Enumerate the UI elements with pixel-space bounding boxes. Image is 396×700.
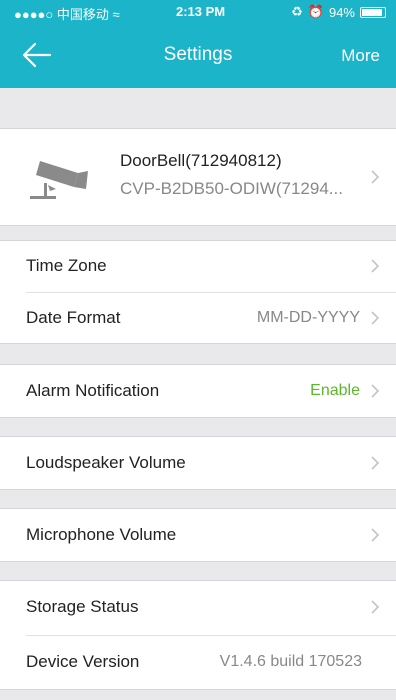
status-bar: ●●●●○ 中国移动 ≈ 2:13 PM ♻ ⏰ 94% [0, 0, 396, 22]
alarm-icon: ⏰ [307, 4, 324, 19]
microphone-volume-label: Microphone Volume [26, 525, 177, 544]
chevron-right-icon [371, 528, 380, 542]
date-format-value: MM-DD-YYYY [256, 309, 360, 326]
time-zone-row[interactable]: Time Zone [0, 241, 396, 292]
lock-rotation-icon: ♻ [291, 4, 303, 19]
device-id: CVP-B2DB50-ODIW(71294... [120, 179, 343, 198]
more-button[interactable]: More [341, 46, 380, 66]
chevron-right-icon [371, 259, 380, 273]
device-version-value: V1.4.6 build 170523 [219, 653, 362, 670]
microphone-volume-row[interactable]: Microphone Volume [0, 508, 396, 562]
status-right: ♻ ⏰ 94% [291, 4, 386, 20]
device-version-row: Device Version V1.4.6 build 170523 [0, 636, 396, 690]
carrier-label: ●●●●○ 中国移动 ≈ [14, 7, 120, 22]
device-version-label: Device Version [26, 652, 140, 671]
alarm-status-value: Enable [310, 382, 360, 399]
chevron-right-icon [371, 456, 380, 470]
device-name: DoorBell(712940812) [120, 151, 282, 170]
alarm-notification-row[interactable]: Alarm Notification Enable [0, 364, 396, 418]
chevron-right-icon [371, 384, 380, 398]
device-info-group: Storage Status Device Version V1.4.6 bui… [0, 580, 396, 690]
battery-icon [360, 6, 386, 18]
device-row[interactable]: DoorBell(712940812) CVP-B2DB50-ODIW(7129… [0, 128, 396, 226]
storage-status-row[interactable]: Storage Status [0, 581, 396, 635]
chevron-right-icon [371, 600, 380, 614]
date-format-label: Date Format [26, 308, 121, 327]
chevron-right-icon [371, 311, 380, 325]
page-title: Settings [163, 44, 233, 65]
loudspeaker-volume-row[interactable]: Loudspeaker Volume [0, 436, 396, 490]
chevron-right-icon [371, 170, 380, 184]
camera-icon [30, 161, 88, 199]
storage-status-label: Storage Status [26, 597, 139, 616]
status-time: 2:13 PM [176, 4, 226, 19]
time-settings-group: Time Zone Date Format MM-DD-YYYY [0, 240, 396, 344]
loudspeaker-volume-label: Loudspeaker Volume [26, 453, 186, 472]
nav-bar: Settings More [0, 22, 396, 88]
date-format-row[interactable]: Date Format MM-DD-YYYY [0, 293, 396, 344]
battery-percent: 94% [328, 4, 355, 20]
time-zone-label: Time Zone [26, 256, 107, 275]
alarm-notification-label: Alarm Notification [26, 381, 160, 400]
wifi-icon: ≈ [112, 7, 120, 22]
